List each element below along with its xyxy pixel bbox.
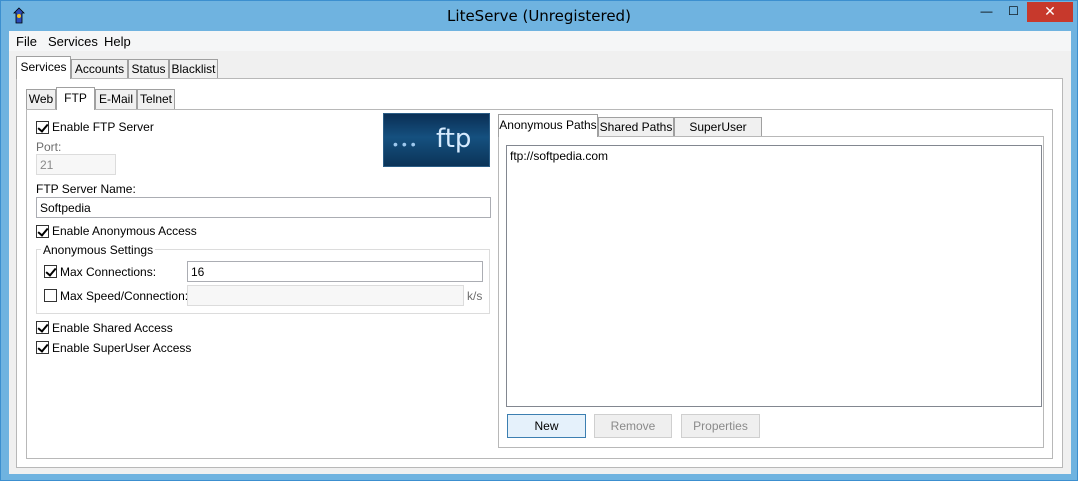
title-bar[interactable]: LiteServe (Unregistered) — ☐ ✕ [1,1,1077,31]
window-title: LiteServe (Unregistered) [447,7,631,25]
port-input[interactable]: 21 [36,154,116,175]
new-button[interactable]: New [507,414,586,438]
max-connections-checkbox[interactable] [44,265,57,278]
max-speed-unit: k/s [467,289,483,303]
tab-services[interactable]: Services [16,56,71,79]
properties-button[interactable]: Properties [681,414,760,438]
tab-shared-paths[interactable]: Shared Paths [598,117,674,137]
remove-button[interactable]: Remove [594,414,672,438]
port-label: Port: [36,140,62,154]
max-speed-checkbox[interactable] [44,289,57,302]
maximize-button[interactable]: ☐ [1000,2,1027,22]
enable-ftp-label: Enable FTP Server [52,120,154,134]
app-window: LiteServe (Unregistered) — ☐ ✕ File Serv… [0,0,1078,481]
tab-status[interactable]: Status [128,59,169,79]
minimize-button[interactable]: — [973,2,1000,22]
tab-email[interactable]: E-Mail [95,89,137,109]
tab-anonymous-paths[interactable]: Anonymous Paths [498,114,598,137]
tab-superuser-paths[interactable]: SuperUser Paths [674,117,762,152]
server-name-input[interactable]: Softpedia [36,197,491,218]
anonymous-settings-title: Anonymous Settings [41,243,156,257]
max-speed-label: Max Speed/Connection: [60,289,189,303]
tab-blacklist[interactable]: Blacklist [169,59,218,79]
max-speed-input[interactable] [187,285,464,306]
enable-ftp-checkbox[interactable] [36,121,49,134]
tab-web[interactable]: Web [26,89,56,109]
close-button[interactable]: ✕ [1027,2,1073,22]
enable-anonymous-label: Enable Anonymous Access [52,224,197,238]
client-area: File Services Help Services Accounts Sta… [9,31,1071,474]
menu-help[interactable]: Help [104,34,131,49]
enable-shared-label: Enable Shared Access [52,321,173,335]
ftp-panel: Enable FTP Server Port: 21 FTP Server Na… [26,109,1053,459]
paths-panel: ftp://softpedia.com New Remove Propertie… [498,136,1044,448]
tab-accounts[interactable]: Accounts [71,59,128,79]
enable-anonymous-checkbox[interactable] [36,225,49,238]
menu-bar: File Services Help [9,31,1071,51]
enable-superuser-label: Enable SuperUser Access [52,341,192,355]
enable-shared-checkbox[interactable] [36,321,49,334]
services-panel: Web FTP E-Mail Telnet Enable FTP Server … [16,78,1063,468]
ftp-logo-text: ftp [436,124,472,154]
enable-superuser-checkbox[interactable] [36,341,49,354]
server-name-label: FTP Server Name: [36,182,136,196]
paths-list[interactable]: ftp://softpedia.com [506,145,1042,407]
tab-telnet[interactable]: Telnet [137,89,175,109]
menu-services[interactable]: Services [48,34,98,49]
menu-file[interactable]: File [16,34,37,49]
tab-ftp[interactable]: FTP [56,87,95,110]
ftp-logo-dots: ••• [393,136,420,152]
path-list-item[interactable]: ftp://softpedia.com [510,149,608,163]
max-connections-label: Max Connections: [60,265,157,279]
max-connections-input[interactable]: 16 [187,261,483,282]
ftp-logo: ••• ftp [383,113,490,167]
